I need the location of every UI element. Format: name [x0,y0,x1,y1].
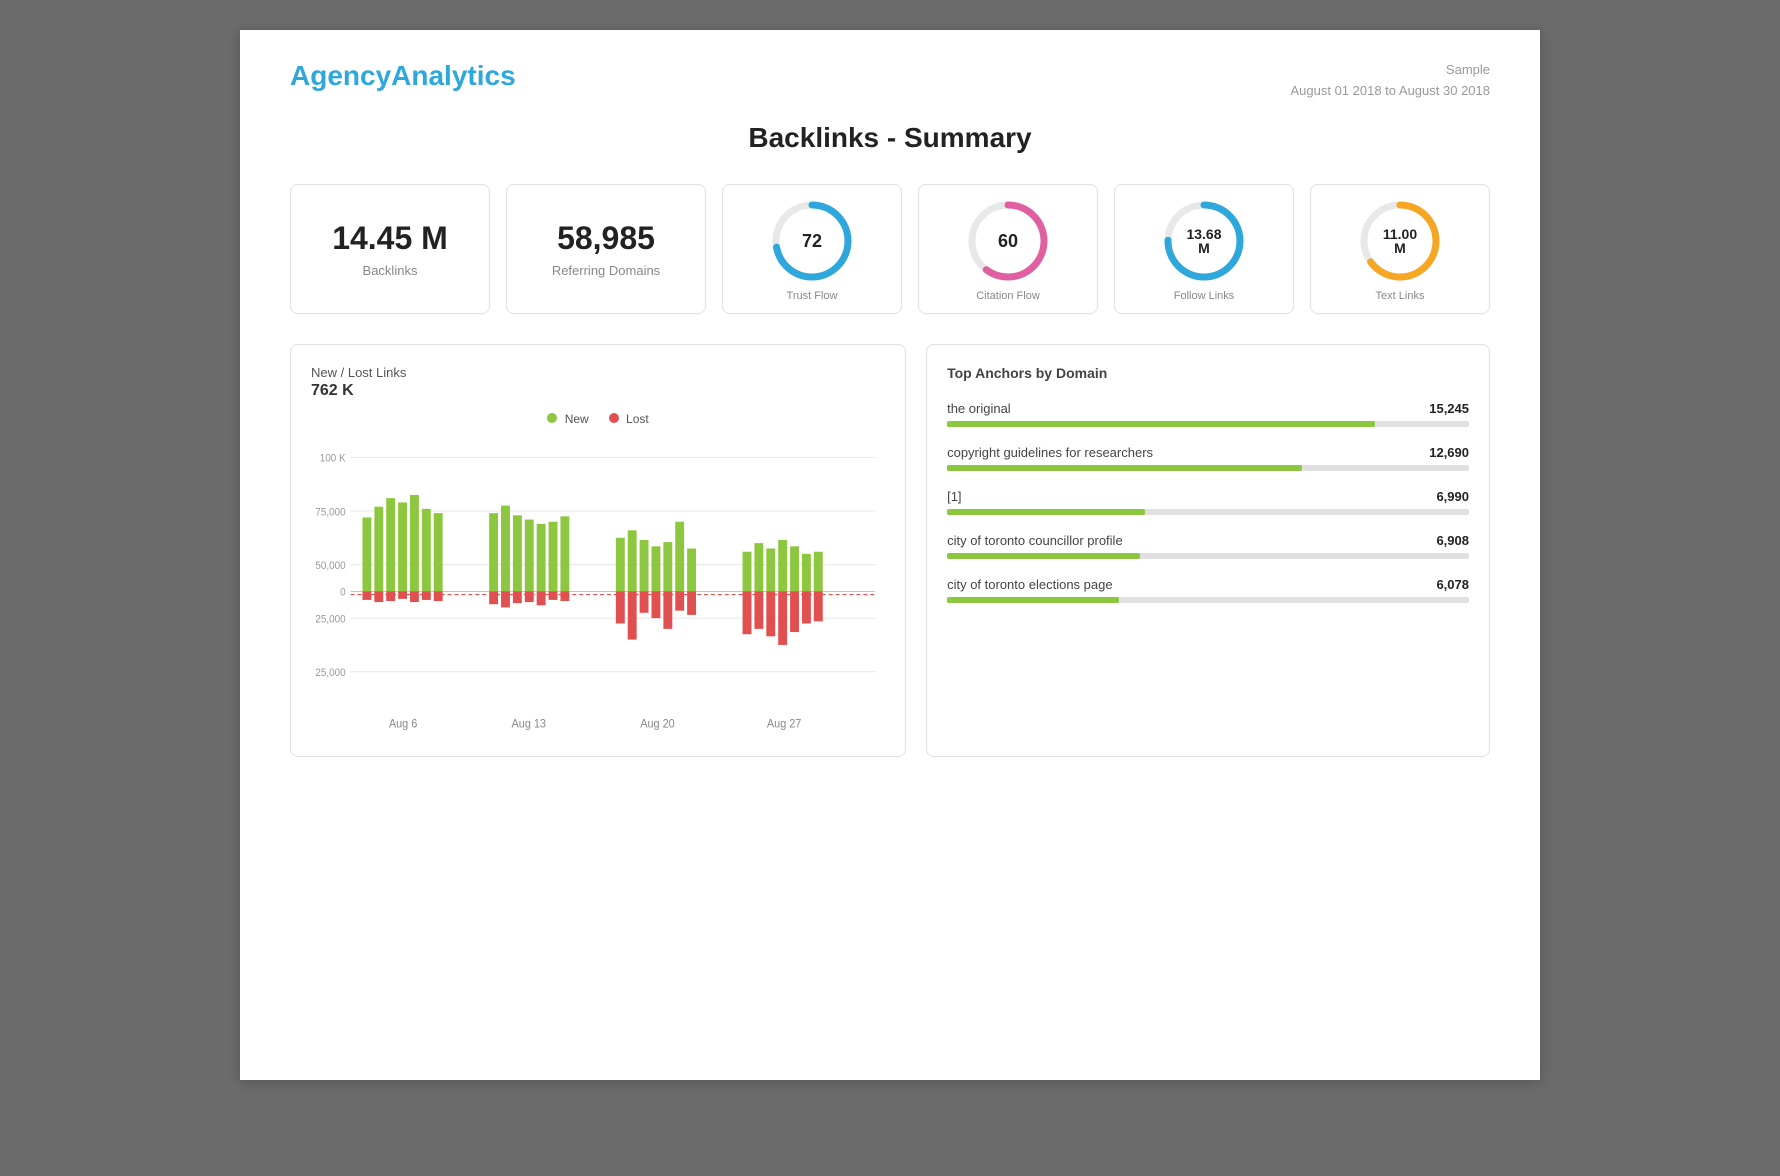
gauge-number-follow-links: 13.68 M [1182,227,1227,255]
anchors-title: Top Anchors by Domain [947,365,1469,381]
chart-title: New / Lost Links [311,365,885,380]
chart-subtitle: 762 K [311,382,885,400]
metric-card-referring-domains: 58,985 Referring Domains [506,184,706,314]
gauge-label-follow-links: Follow Links [1174,290,1235,302]
logo-agency: Agency [290,60,391,91]
gauge-follow-links: 13.68 M [1159,196,1249,286]
gauge-card-trust-flow: 72 Trust Flow [722,184,902,314]
svg-text:100 K: 100 K [320,453,346,464]
svg-text:75,000: 75,000 [315,507,345,518]
anchor-name-3: city of toronto councillor profile [947,533,1123,548]
sample-label: Sample [1290,60,1490,81]
metric-card-backlinks: 14.45 M Backlinks [290,184,490,314]
legend-lost-label: Lost [626,412,649,426]
header-meta: Sample August 01 2018 to August 30 2018 [1290,60,1490,102]
anchor-value-2: 6,990 [1436,489,1469,504]
anchor-bar-bg-4 [947,597,1469,603]
anchor-item-0: the original 15,245 [947,401,1469,427]
logo: AgencyAnalytics [290,60,516,92]
bottom-row: New / Lost Links 762 K New Lost [290,344,1490,757]
anchor-bar-fill-2 [947,509,1145,515]
anchor-bar-fill-1 [947,465,1302,471]
metrics-row: 14.45 M Backlinks 58,985 Referring Domai… [290,184,1490,314]
gauge-card-text-links: 11.00 M Text Links [1310,184,1490,314]
svg-text:Aug 13: Aug 13 [512,718,546,730]
chart-area: 100 K 75,000 50,000 25,000 0 25,000 [311,436,885,736]
header: AgencyAnalytics Sample August 01 2018 to… [290,60,1490,102]
gauge-text-links: 11.00 M [1355,196,1445,286]
anchors-panel: Top Anchors by Domain the original 15,24… [926,344,1490,757]
anchor-bar-bg-1 [947,465,1469,471]
date-range: August 01 2018 to August 30 2018 [1290,81,1490,102]
gauge-label-trust-flow: Trust Flow [787,290,838,302]
legend-new: New [547,412,588,426]
svg-text:Aug 20: Aug 20 [640,718,674,730]
page-title: Backlinks - Summary [290,122,1490,154]
legend-new-label: New [565,412,589,426]
chart-panel: New / Lost Links 762 K New Lost [290,344,906,757]
anchor-item-4: city of toronto elections page 6,078 [947,577,1469,603]
gauge-trust-flow: 72 [767,196,857,286]
anchor-bar-bg-3 [947,553,1469,559]
chart-legend: New Lost [311,412,885,426]
svg-text:0: 0 [340,587,346,598]
anchor-item-1: copyright guidelines for researchers 12,… [947,445,1469,471]
anchor-item-3: city of toronto councillor profile 6,908 [947,533,1469,559]
svg-text:25,000: 25,000 [315,667,345,678]
anchor-bar-fill-3 [947,553,1140,559]
svg-text:Aug 6: Aug 6 [389,718,417,730]
gauge-label-text-links: Text Links [1376,290,1425,302]
svg-text:Aug 27: Aug 27 [767,718,801,730]
anchor-bar-bg-2 [947,509,1469,515]
anchor-name-0: the original [947,401,1011,416]
anchor-value-1: 12,690 [1429,445,1469,460]
gauge-number-text-links: 11.00 M [1378,227,1423,255]
anchor-bar-fill-0 [947,421,1375,427]
gauge-number-citation-flow: 60 [998,232,1018,250]
anchor-item-2: [1] 6,990 [947,489,1469,515]
metric-label-backlinks: Backlinks [363,263,418,278]
gauge-card-citation-flow: 60 Citation Flow [918,184,1098,314]
main-page: AgencyAnalytics Sample August 01 2018 to… [240,30,1540,1080]
anchor-name-1: copyright guidelines for researchers [947,445,1153,460]
gauge-card-follow-links: 13.68 M Follow Links [1114,184,1294,314]
anchor-value-0: 15,245 [1429,401,1469,416]
anchor-bar-bg-0 [947,421,1469,427]
svg-text:25,000: 25,000 [315,614,345,625]
gauge-number-trust-flow: 72 [802,232,822,250]
anchor-value-3: 6,908 [1436,533,1469,548]
metric-value-referring-domains: 58,985 [557,220,655,257]
metric-value-backlinks: 14.45 M [332,220,448,257]
legend-lost: Lost [609,412,649,426]
legend-new-dot [547,413,557,423]
anchor-name-2: [1] [947,489,961,504]
gauge-label-citation-flow: Citation Flow [976,290,1040,302]
anchor-name-4: city of toronto elections page [947,577,1113,592]
metric-label-referring-domains: Referring Domains [552,263,660,278]
svg-text:50,000: 50,000 [315,560,345,571]
anchor-bar-fill-4 [947,597,1119,603]
logo-analytics: Analytics [391,60,516,91]
gauge-citation-flow: 60 [963,196,1053,286]
anchor-value-4: 6,078 [1436,577,1469,592]
legend-lost-dot [609,413,619,423]
